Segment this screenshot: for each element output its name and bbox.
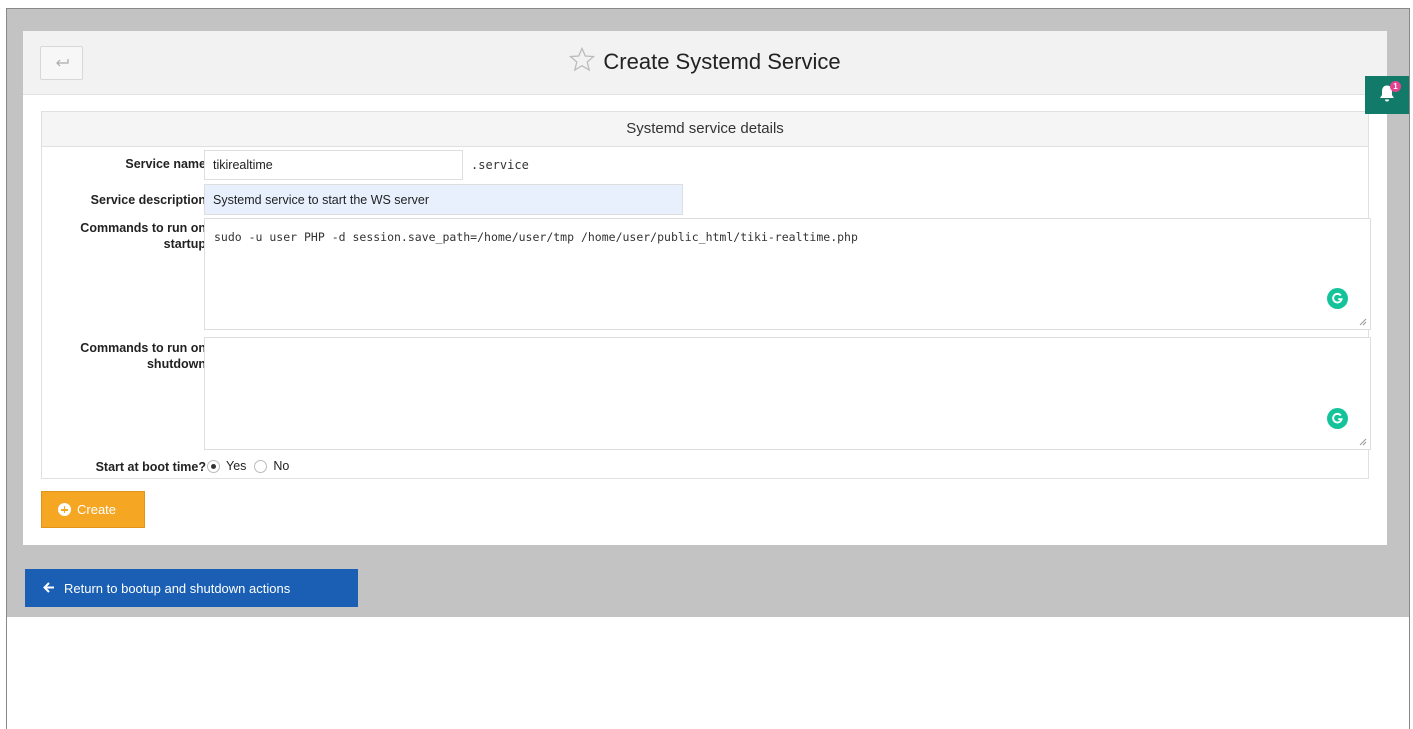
startup-label-line1: Commands to run on bbox=[80, 221, 206, 235]
details-heading: Systemd service details bbox=[42, 112, 1368, 147]
service-description-label: Service description bbox=[90, 193, 206, 207]
startup-label-line2: startup bbox=[163, 237, 206, 251]
return-to-bootup-button[interactable]: Return to bootup and shutdown actions bbox=[25, 569, 358, 607]
grammarly-g-icon[interactable] bbox=[1327, 408, 1348, 429]
boot-no-label[interactable]: No bbox=[273, 459, 289, 473]
shutdown-commands-textarea[interactable] bbox=[204, 337, 1371, 450]
startup-commands-textarea[interactable]: sudo -u user PHP -d session.save_path=/h… bbox=[204, 218, 1371, 330]
startup-commands-text: sudo -u user PHP -d session.save_path=/h… bbox=[214, 230, 858, 244]
shutdown-commands-label: Commands to run on shutdown bbox=[80, 340, 206, 372]
grammarly-g-icon[interactable] bbox=[1327, 288, 1348, 309]
create-button-label: Create bbox=[77, 502, 117, 517]
shutdown-label-line2: shutdown bbox=[146, 357, 206, 371]
create-button[interactable]: Create bbox=[41, 491, 145, 528]
notification-button[interactable]: 1 bbox=[1365, 76, 1409, 114]
service-suffix: .service bbox=[471, 158, 529, 172]
shutdown-label-line1: Commands to run on bbox=[80, 341, 206, 355]
page-title: Create Systemd Service bbox=[603, 49, 841, 74]
service-details-box: Systemd service details Service name tik… bbox=[41, 111, 1371, 479]
boot-no-radio[interactable] bbox=[254, 459, 268, 473]
create-service-panel: Create Systemd Service Systemd service d… bbox=[23, 31, 1387, 545]
boot-time-radio-group: Yes No bbox=[207, 459, 289, 473]
star-outline-icon[interactable] bbox=[569, 46, 596, 78]
notification-count-badge: 1 bbox=[1390, 81, 1401, 92]
boot-time-label: Start at boot time? bbox=[95, 460, 206, 474]
resize-handle-icon[interactable] bbox=[1359, 438, 1367, 446]
page-title-wrap: Create Systemd Service bbox=[23, 46, 1387, 78]
arrow-left-icon bbox=[43, 581, 55, 596]
resize-handle-icon[interactable] bbox=[1359, 318, 1367, 326]
boot-yes-label[interactable]: Yes bbox=[226, 459, 246, 473]
panel-header: Create Systemd Service bbox=[23, 31, 1387, 95]
service-description-input[interactable]: Systemd service to start the WS server bbox=[204, 184, 683, 215]
return-button-label: Return to bootup and shutdown actions bbox=[64, 580, 291, 596]
plus-circle-icon bbox=[58, 503, 71, 516]
boot-yes-radio[interactable] bbox=[207, 459, 220, 473]
service-name-input[interactable]: tikirealtime bbox=[204, 150, 463, 180]
service-name-label: Service name bbox=[125, 157, 206, 171]
startup-commands-label: Commands to run on startup bbox=[80, 220, 206, 252]
